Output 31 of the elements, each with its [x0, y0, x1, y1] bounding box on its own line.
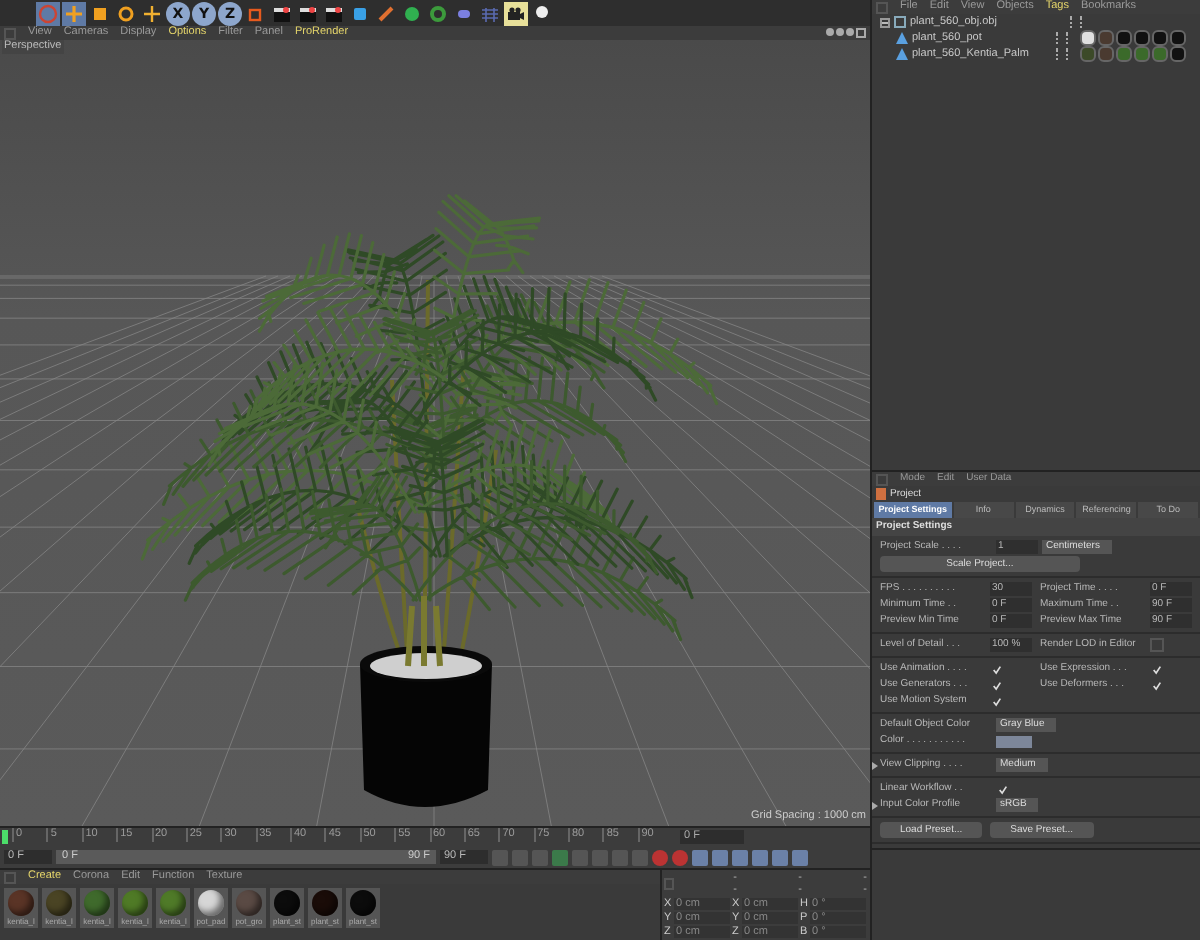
- toggle-view-icon[interactable]: [856, 28, 866, 39]
- tool-button[interactable]: [296, 1, 320, 26]
- pen-icon: [376, 3, 396, 24]
- cube-icon: [350, 3, 370, 24]
- clapperboard-icon: [298, 3, 318, 24]
- tool-button[interactable]: [62, 1, 86, 26]
- grid-icon: [480, 3, 500, 24]
- material-tag-icon[interactable]: [1080, 30, 1096, 46]
- tool-button[interactable]: [140, 1, 164, 26]
- playhead-handle[interactable]: [2, 830, 8, 845]
- collapse-toggle-icon[interactable]: [880, 17, 890, 27]
- project-icon: [876, 488, 886, 500]
- clapperboard-icon: [272, 3, 292, 24]
- null-object-icon: [894, 16, 906, 28]
- tool-button[interactable]: [114, 1, 138, 26]
- color-swatch[interactable]: [996, 735, 1032, 747]
- square-outline-icon: [246, 3, 266, 24]
- expand-arrow-icon[interactable]: [872, 801, 878, 809]
- ring-icon: [116, 3, 136, 24]
- sphere-icon: [402, 3, 422, 24]
- expand-arrow-icon[interactable]: [872, 761, 878, 769]
- tool-button[interactable]: [504, 1, 528, 26]
- cross-arrows-icon: [64, 3, 84, 24]
- clapperboard-icon: [324, 3, 344, 24]
- camera-icon: [506, 3, 526, 24]
- checkbox[interactable]: [1150, 638, 1164, 652]
- ring-icon: [428, 3, 448, 24]
- tool-button[interactable]: [322, 1, 346, 26]
- plus-icon: [142, 3, 162, 24]
- tool-button[interactable]: [270, 1, 294, 26]
- square-icon: [90, 3, 110, 24]
